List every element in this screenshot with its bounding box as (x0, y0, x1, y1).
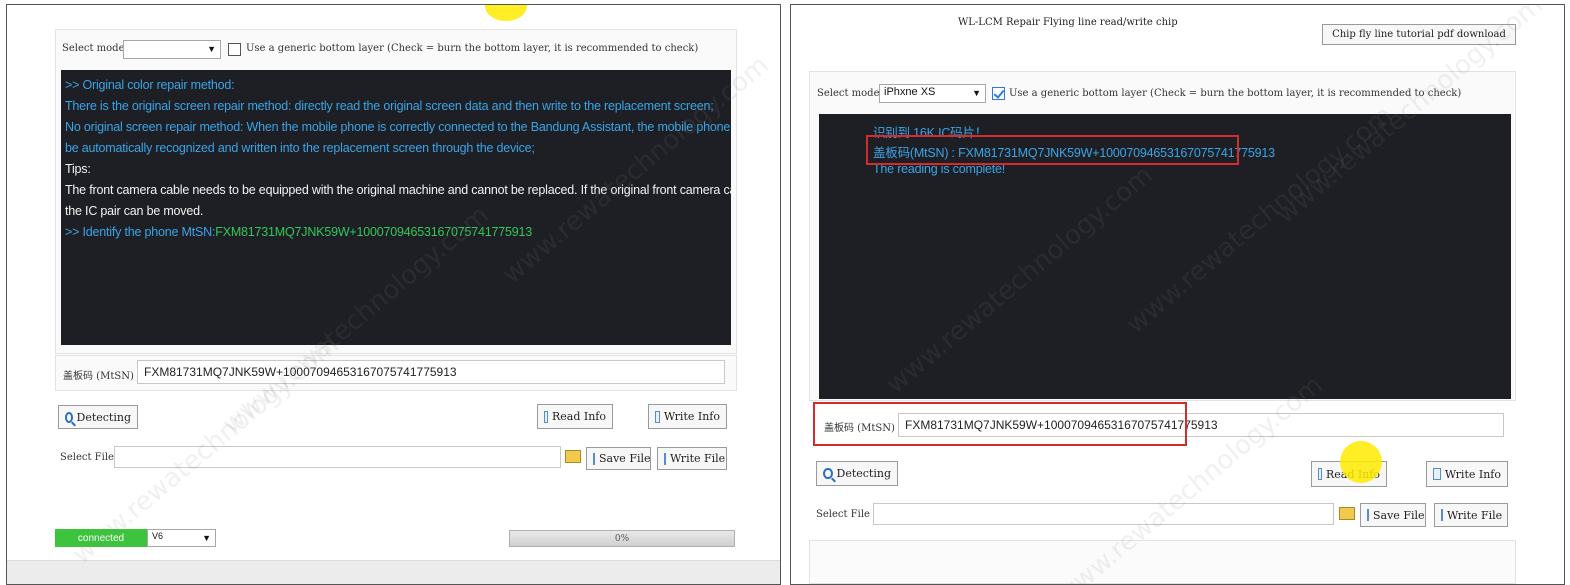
write-info-button-label: Write Info (1444, 467, 1501, 481)
detecting-button[interactable]: Detecting (58, 405, 138, 429)
select-model-label: Select model: (817, 88, 887, 99)
read-info-button-label: Read Info (551, 410, 606, 423)
console-mtsn-prefix: >> Identify the phone MtSN: (65, 225, 216, 239)
write-file-button-label: Write File (670, 452, 726, 465)
model-select[interactable]: ▼ (123, 40, 221, 59)
save-file-button-label: Save File (599, 452, 651, 465)
chevron-down-icon: ▼ (202, 533, 211, 543)
console-line: The front camera cable needs to be equip… (65, 183, 731, 197)
console-line: the IC pair can be moved. (65, 204, 204, 218)
cursor-highlight (1340, 441, 1382, 483)
write-icon (664, 452, 666, 465)
read-info-button[interactable]: Read Info (537, 404, 613, 429)
select-file-field[interactable] (873, 503, 1334, 525)
window-title: WL-LCM Repair Flying line read/write chi… (958, 17, 1178, 28)
write-icon (1441, 509, 1443, 521)
search-icon (823, 468, 833, 479)
detecting-button-label: Detecting (836, 467, 891, 480)
write-file-button[interactable]: Write File (657, 447, 727, 470)
save-icon (1367, 509, 1369, 521)
console-line: There is the original screen repair meth… (65, 99, 714, 113)
write-info-button[interactable]: Write Info (1426, 461, 1508, 487)
save-file-button[interactable]: Save File (586, 447, 651, 470)
console-line: No original screen repair method: When t… (65, 120, 731, 134)
folder-icon[interactable] (565, 450, 581, 463)
mtsn-field-highlight-box (813, 402, 1187, 446)
console-line: >> Original color repair method: (65, 78, 235, 92)
bottom-strip (7, 560, 780, 584)
document-icon (544, 410, 548, 423)
edit-icon (1433, 468, 1441, 480)
tutorial-download-button[interactable]: Chip fly line tutorial pdf download (1322, 24, 1516, 45)
select-file-field[interactable] (114, 446, 561, 468)
model-select[interactable]: iPhxne XS ▼ (879, 84, 986, 103)
generic-bottom-checkbox[interactable] (992, 87, 1005, 100)
write-file-button[interactable]: Write File (1434, 503, 1508, 527)
progress-bar: 0% (509, 530, 735, 547)
mtsn-field[interactable]: FXM81731MQ7JNK59W+1000709465316707574177… (137, 360, 725, 384)
generic-bottom-label: Use a generic bottom layer (Check = burn… (246, 43, 699, 54)
chevron-down-icon: ▼ (207, 44, 216, 54)
connection-status: connected (55, 529, 147, 547)
save-file-button[interactable]: Save File (1360, 503, 1426, 527)
console-mtsn-value: FXM81731MQ7JNK59W+1000709465316707574177… (215, 225, 533, 239)
save-icon (593, 452, 595, 465)
console-output: >> Original color repair method: There i… (61, 70, 731, 345)
console-line: be automatically recognized and written … (65, 141, 535, 155)
version-select[interactable]: V6 ▼ (147, 529, 216, 547)
generic-bottom-checkbox[interactable] (228, 43, 241, 56)
folder-icon[interactable] (1339, 507, 1355, 520)
select-file-label: Select File (60, 452, 114, 463)
write-file-button-label: Write File (1447, 508, 1503, 522)
version-select-value: V6 (152, 531, 164, 541)
lower-frame (809, 540, 1516, 584)
detecting-button-label: Detecting (76, 410, 131, 424)
write-info-button[interactable]: Write Info (648, 404, 727, 429)
save-file-button-label: Save File (1373, 508, 1425, 522)
mtsn-label: 盖板码 (MtSN) (63, 371, 134, 382)
search-icon (65, 411, 73, 423)
select-file-label: Select File (816, 509, 870, 520)
model-select-value: iPhxne XS (884, 86, 936, 98)
generic-bottom-label: Use a generic bottom layer (Check = burn… (1009, 88, 1462, 99)
mtsn-highlight-box (866, 135, 1239, 165)
chevron-down-icon: ▼ (972, 88, 981, 98)
console-line: Tips: (65, 162, 91, 176)
document-icon (1318, 468, 1322, 480)
cursor-highlight (485, 5, 527, 21)
progress-text: 0% (614, 533, 630, 544)
right-screenshot-panel: WL-LCM Repair Flying line read/write chi… (790, 4, 1565, 585)
select-model-label: Select model: (62, 43, 132, 54)
left-screenshot-panel: Select model: ▼ Use a generic bottom lay… (6, 4, 781, 585)
console-line: >> Identify the phone MtSN:FXM81731MQ7JN… (65, 225, 532, 239)
edit-icon (655, 410, 660, 423)
detecting-button[interactable]: Detecting (816, 461, 898, 486)
write-info-button-label: Write Info (663, 410, 720, 423)
